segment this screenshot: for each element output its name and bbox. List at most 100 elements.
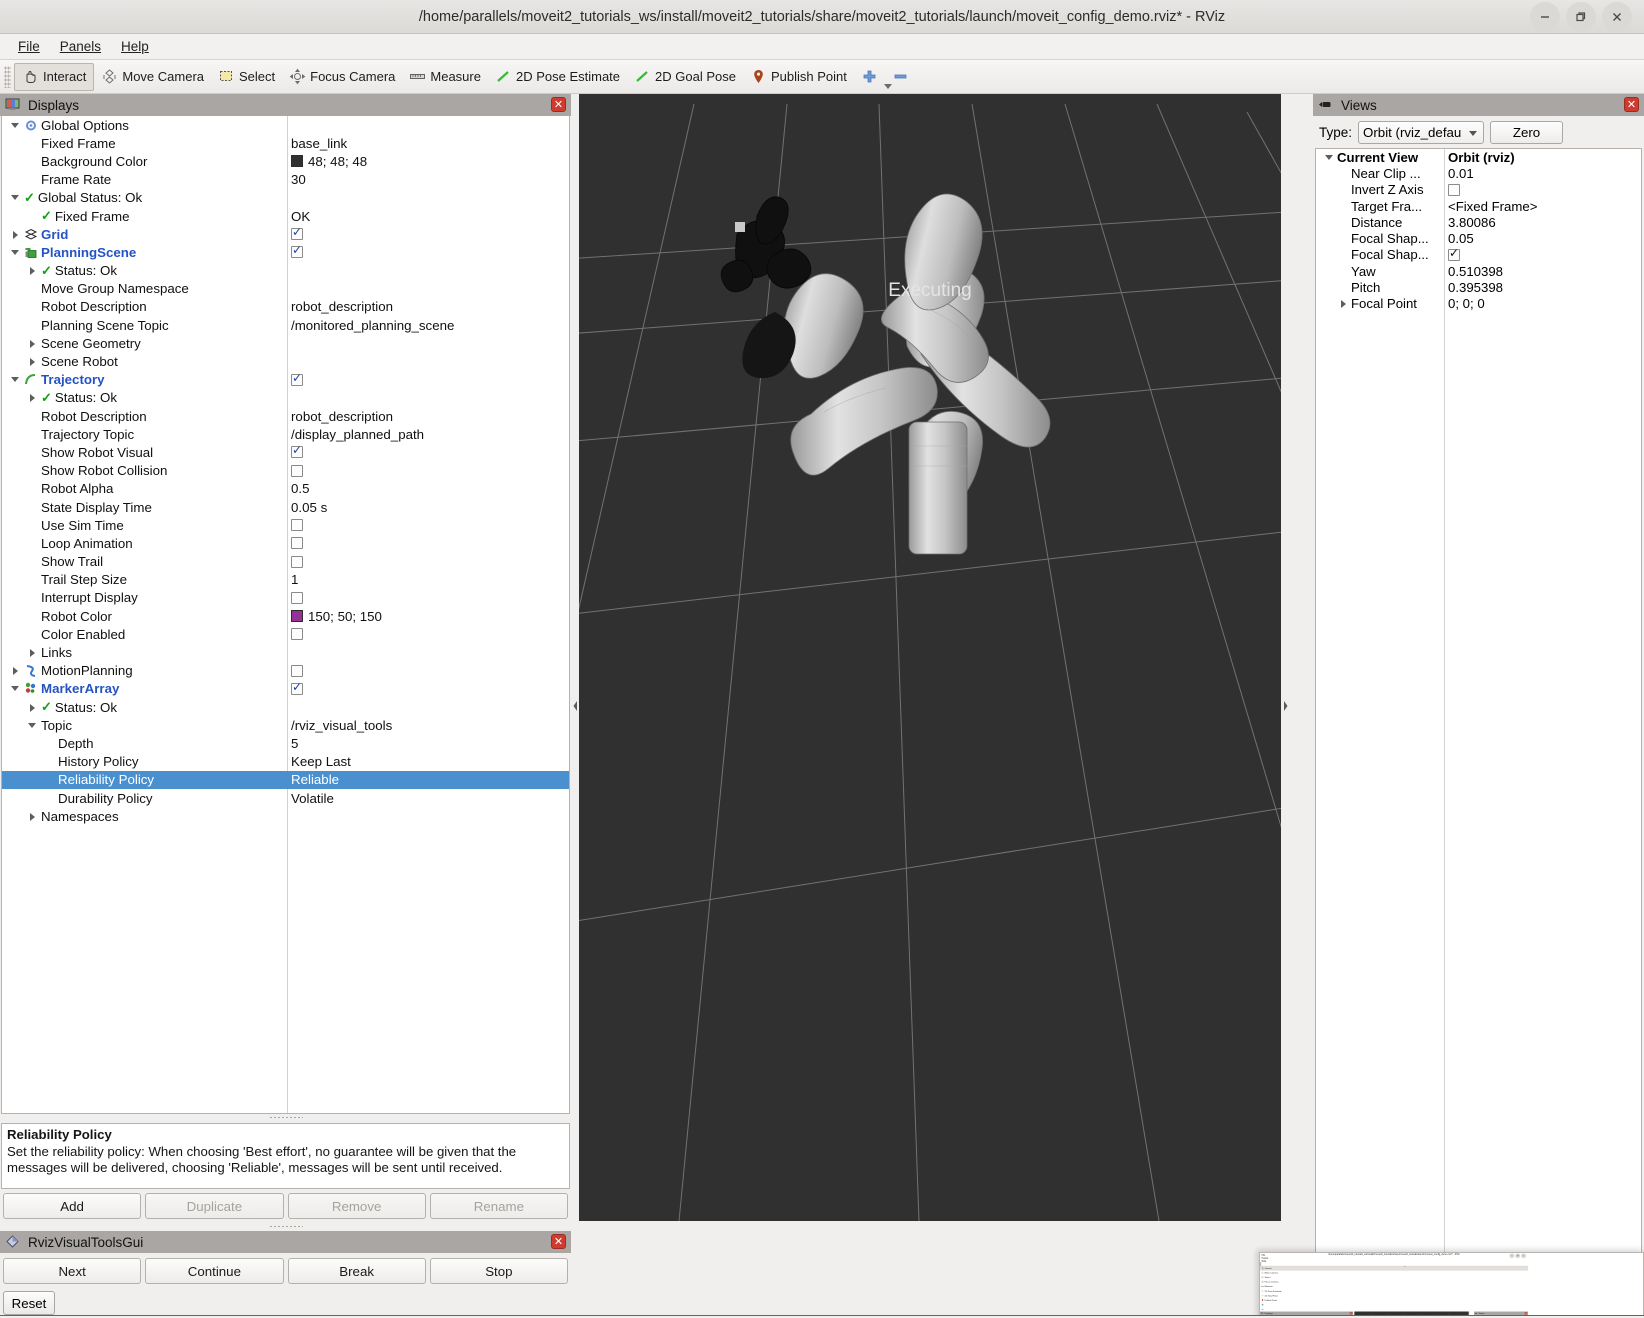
minimize-button[interactable] [1509,1253,1514,1258]
row-value-cell[interactable] [287,246,569,258]
displays-tree-row[interactable]: Interrupt Display [2,589,569,607]
row-value-cell[interactable]: 30 [287,172,569,187]
row-value-cell[interactable]: 5 [287,736,569,751]
views-tree-row[interactable]: Invert Z Axis [1316,182,1641,198]
row-expand-arrow-icon[interactable] [10,374,21,385]
displays-tree-row[interactable]: Fixed Frame base_link [2,134,569,152]
row-value-cell[interactable] [287,665,569,677]
displays-tree-row[interactable]: Topic /rviz_visual_tools [2,716,569,734]
views-row-checkbox[interactable] [1448,184,1460,196]
minimize-button[interactable] [1530,2,1560,32]
row-value-cell[interactable] [287,446,569,458]
displays-tree-row[interactable]: Global Options [2,116,569,134]
views-row-value-cell[interactable]: 0.01 [1444,166,1641,181]
tool-select[interactable]: Select [211,63,282,91]
continue-button[interactable]: Continue [145,1258,283,1284]
row-value-cell[interactable] [287,374,569,386]
row-checkbox[interactable] [291,446,303,458]
displays-tree-row[interactable]: Planning Scene Topic /monitored_planning… [2,316,569,334]
views-tree-row[interactable]: Focal Shap... [1316,247,1641,263]
displays-tree-row[interactable]: ✓Status: Ok [2,262,569,280]
row-value-cell[interactable]: robot_description [287,299,569,314]
displays-tree-row[interactable]: Links [2,643,569,661]
displays-tree-row[interactable]: Grid [2,225,569,243]
row-value-cell[interactable] [287,592,569,604]
row-collapse-arrow-icon[interactable] [27,392,38,403]
row-value-cell[interactable] [287,628,569,640]
views-close-icon[interactable]: ✕ [1624,97,1639,112]
row-value-cell[interactable]: OK [287,209,569,224]
row-value-cell[interactable] [287,556,569,568]
row-value-cell[interactable]: 0.05 s [287,500,569,515]
displays-tree-row[interactable]: ✓Status: Ok [2,698,569,716]
row-value-cell[interactable]: /rviz_visual_tools [287,718,569,733]
toolbar-overflow-chevron-down-icon[interactable] [1404,1266,1405,1267]
displays-tree-row[interactable]: ✓Global Status: Ok [2,189,569,207]
displays-tree-row[interactable]: Show Robot Collision [2,462,569,480]
tool-move-camera[interactable]: Move Camera [94,63,211,91]
row-collapse-arrow-icon[interactable] [27,702,38,713]
displays-tree-row[interactable]: Scene Robot [2,352,569,370]
close-button[interactable] [1521,1253,1526,1258]
row-value-cell[interactable] [287,683,569,695]
menu-file[interactable]: File [8,37,50,56]
row-expand-arrow-icon[interactable] [10,120,21,131]
views-row-checkbox[interactable] [1448,249,1460,261]
render-viewport[interactable]: Executing [579,94,1281,1221]
displays-tree-row[interactable]: Move Group Namespace [2,280,569,298]
displays-tree-row[interactable]: Trajectory [2,371,569,389]
views-row-value-cell[interactable]: Orbit (rviz) [1444,150,1641,165]
views-row-expand-arrow-icon[interactable] [1324,152,1335,163]
views-tree-row[interactable]: Current View Orbit (rviz) [1316,149,1641,165]
zero-button[interactable]: Zero [1490,121,1563,144]
views-row-value-cell[interactable] [1444,184,1641,196]
left-splitter[interactable] [571,94,579,1318]
row-value-cell[interactable]: 0.5 [287,481,569,496]
row-value-cell[interactable]: 150; 50; 150 [287,609,569,624]
row-value-cell[interactable]: Reliable [287,772,569,787]
menu-help[interactable]: Help [111,37,159,56]
color-swatch[interactable] [291,155,303,167]
views-row-value-cell[interactable]: 3.80086 [1444,215,1641,230]
row-value-cell[interactable]: base_link [287,136,569,151]
tool-publish-point[interactable]: Publish Point [743,63,854,91]
row-expand-arrow-icon[interactable] [10,192,21,203]
row-value-cell[interactable]: /display_planned_path [287,427,569,442]
row-collapse-arrow-icon[interactable] [27,647,38,658]
views-row-value-cell[interactable]: 0.05 [1444,231,1641,246]
row-value-cell[interactable]: Keep Last [287,754,569,769]
stop-button[interactable]: Stop [430,1258,568,1284]
views-row-value-cell[interactable] [1444,249,1641,261]
row-value-cell[interactable]: 48; 48; 48 [287,154,569,169]
displays-tree-row[interactable]: History Policy Keep Last [2,753,569,771]
views-tree-row[interactable]: Focal Shap... 0.05 [1316,230,1641,246]
row-value-cell[interactable]: Volatile [287,791,569,806]
displays-tree-row[interactable]: Use Sim Time [2,516,569,534]
displays-tree-row[interactable]: Show Robot Visual [2,443,569,461]
displays-tree-row[interactable]: Background Color 48; 48; 48 [2,152,569,170]
views-tree-row[interactable]: Target Fra... <Fixed Frame> [1316,198,1641,214]
views-row-collapse-arrow-icon[interactable] [1338,298,1349,309]
menu-panels[interactable]: Panels [50,37,111,56]
visualtools-close-icon[interactable]: ✕ [551,1234,566,1249]
view-type-combobox[interactable]: Orbit (rviz_defau [1358,121,1484,144]
displays-tree-row[interactable]: Trail Step Size 1 [2,571,569,589]
views-tree-row[interactable]: Near Clip ... 0.01 [1316,165,1641,181]
next-button[interactable]: Next [3,1258,141,1284]
toolbar-grip[interactable] [4,66,11,88]
row-collapse-arrow-icon[interactable] [27,811,38,822]
displays-tree-row[interactable]: State Display Time 0.05 s [2,498,569,516]
displays-tree-row[interactable]: MarkerArray [2,680,569,698]
displays-tree-row[interactable]: PlanningScene [2,243,569,261]
views-tree-row[interactable]: Pitch 0.395398 [1316,279,1641,295]
row-checkbox[interactable] [291,465,303,477]
displays-tree-row[interactable]: Trajectory Topic /display_planned_path [2,425,569,443]
displays-tree-row[interactable]: ✓Fixed Frame OK [2,207,569,225]
maximize-button[interactable] [1566,2,1596,32]
add-button[interactable]: Add [3,1193,141,1219]
displays-tree-row[interactable]: Show Trail [2,553,569,571]
displays-tree-row[interactable]: MotionPlanning [2,662,569,680]
displays-tree-row[interactable]: Loop Animation [2,534,569,552]
displays-tree-row[interactable]: Color Enabled [2,625,569,643]
row-checkbox[interactable] [291,665,303,677]
